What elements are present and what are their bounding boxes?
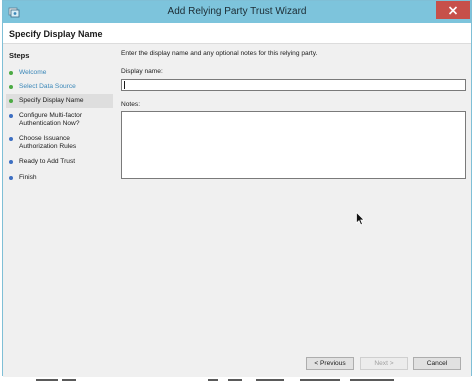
notes-label: Notes: (121, 101, 141, 108)
step-label: Specify Display Name (19, 97, 84, 104)
step-select-data-source[interactable]: Select Data Source (6, 80, 113, 94)
window-title: Add Relying Party Trust Wizard (167, 6, 307, 17)
cancel-button[interactable]: Cancel (413, 357, 461, 370)
taskbar-item (256, 379, 284, 381)
taskbar-item (228, 379, 242, 381)
steps-heading: Steps (9, 51, 30, 60)
taskbar-item (62, 379, 76, 381)
next-button[interactable]: Next > (360, 357, 408, 370)
wizard-window: Add Relying Party Trust Wizard Specify D… (2, 0, 472, 377)
display-name-label: Display name: (121, 68, 163, 75)
notes-textarea[interactable] (121, 111, 466, 179)
taskbar-item (36, 379, 58, 381)
steps-sidebar: Steps Welcome Select Data Source Specify… (3, 45, 115, 377)
step-label: Select Data Source (19, 83, 76, 90)
page-title: Specify Display Name (9, 29, 103, 39)
taskbar-item (300, 379, 340, 381)
taskbar-item (208, 379, 218, 381)
mouse-cursor-icon (356, 212, 365, 226)
step-label: Ready to Add Trust (19, 158, 76, 165)
instruction-text: Enter the display name and any optional … (121, 50, 318, 57)
step-status-dot (9, 137, 13, 141)
taskbar-item (350, 379, 394, 381)
step-label-line2: Authorization Rules (19, 143, 77, 150)
step-welcome[interactable]: Welcome (6, 66, 113, 80)
previous-button[interactable]: < Previous (306, 357, 354, 370)
step-status-dot (9, 99, 13, 103)
display-name-input[interactable] (121, 79, 466, 91)
step-label: Finish (19, 174, 37, 181)
step-ready-to-add-trust[interactable]: Ready to Add Trust (6, 155, 113, 169)
step-choose-issuance-rules[interactable]: Choose Issuance Authorization Rules (6, 132, 113, 154)
text-caret (124, 81, 125, 89)
wizard-footer: < Previous Next > Cancel (3, 357, 471, 377)
step-status-dot (9, 85, 13, 89)
step-label: Welcome (19, 69, 47, 76)
step-label-line2: Authentication Now? (19, 120, 80, 127)
step-finish[interactable]: Finish (6, 171, 113, 185)
title-bar[interactable]: Add Relying Party Trust Wizard (3, 1, 471, 23)
step-status-dot (9, 160, 13, 164)
close-icon (448, 6, 458, 15)
step-configure-mfa[interactable]: Configure Multi-factor Authentication No… (6, 109, 113, 131)
step-specify-display-name[interactable]: Specify Display Name (6, 94, 113, 108)
wizard-header: Specify Display Name (3, 23, 471, 44)
step-status-dot (9, 71, 13, 75)
step-status-dot (9, 114, 13, 118)
step-label-line1: Configure Multi-factor (19, 112, 83, 119)
step-status-dot (9, 176, 13, 180)
step-label-line1: Choose Issuance (19, 135, 70, 142)
close-button[interactable] (436, 1, 470, 19)
wizard-content: Enter the display name and any optional … (116, 45, 471, 357)
